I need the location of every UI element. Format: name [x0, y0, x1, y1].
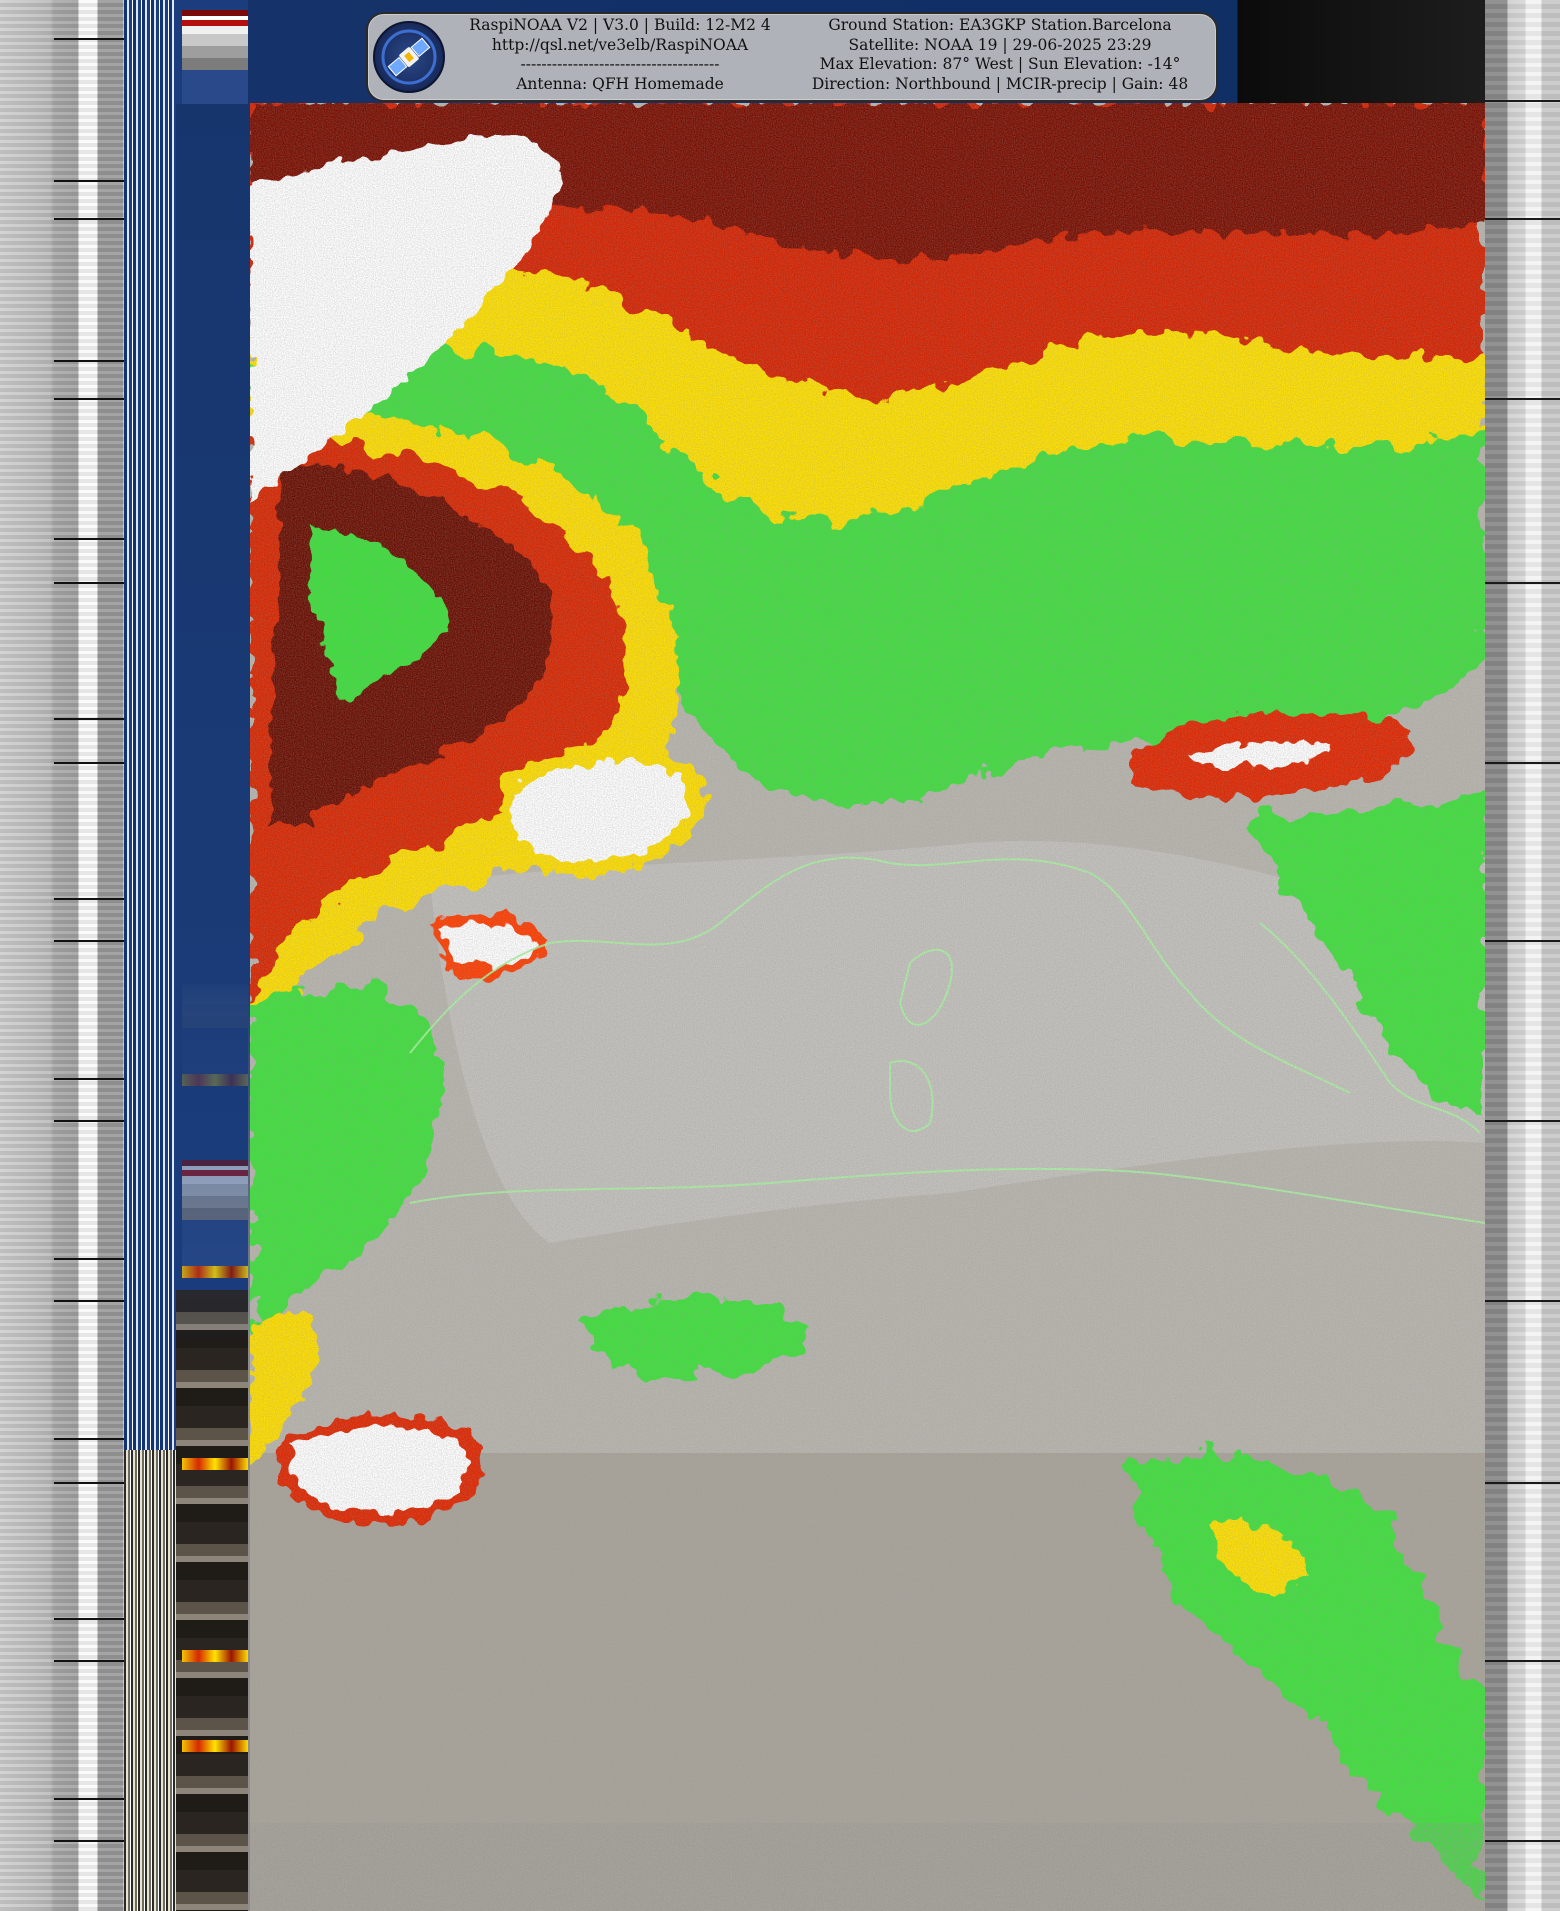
- sync-stripes-noise: [124, 1450, 176, 1911]
- telemetry-tick: [54, 1660, 124, 1662]
- satellite-pass: Satellite: NOAA 19 | 29-06-2025 23:29: [848, 35, 1152, 54]
- telemetry-tick: [1485, 582, 1560, 584]
- header-left-text: RaspiNOAA V2 | V3.0 | Build: 12-M2 4 htt…: [440, 16, 800, 94]
- telemetry-tick: [1485, 1300, 1560, 1302]
- calibration-dark-segment: [176, 1290, 248, 1911]
- telemetry-tick: [54, 180, 124, 182]
- telemetry-tick: [54, 538, 124, 540]
- mcir-precip-map: [250, 103, 1485, 1911]
- elevation-info: Max Elevation: 87° West | Sun Elevation:…: [819, 55, 1181, 73]
- direction-info: Direction: Northbound | MCIR-precip | Ga…: [811, 74, 1189, 93]
- telemetry-tick: [54, 1078, 124, 1080]
- telemetry-tick: [54, 1300, 124, 1302]
- telemetry-tick: [1485, 940, 1560, 942]
- telemetry-tick: [54, 38, 124, 40]
- calibration-heat-bar: [182, 1650, 248, 1662]
- separator-line: --------------------------------------: [520, 55, 720, 73]
- telemetry-tick: [1485, 218, 1560, 220]
- telemetry-tick: [1485, 398, 1560, 400]
- telemetry-tick: [54, 1258, 124, 1260]
- calibration-heat-bar: [182, 1740, 248, 1752]
- telemetry-tick: [54, 762, 124, 764]
- telemetry-tick: [1485, 100, 1560, 102]
- header-right-text: Ground Station: EA3GKP Station.Barcelona…: [790, 16, 1210, 94]
- telemetry-tick: [1485, 1840, 1560, 1842]
- telemetry-tick: [54, 718, 124, 720]
- telemetry-strip-right: [1485, 0, 1560, 1911]
- telemetry-tick: [54, 1618, 124, 1620]
- telemetry-tick: [1485, 1120, 1560, 1122]
- telemetry-tick: [54, 1438, 124, 1440]
- telemetry-tick: [54, 398, 124, 400]
- satellite-image: [250, 103, 1485, 1911]
- scan-noise-fringe: [250, 1823, 1485, 1911]
- project-url: http://qsl.net/ve3elb/RaspiNOAA: [491, 35, 749, 54]
- telemetry-tick: [54, 582, 124, 584]
- telemetry-tick: [54, 360, 124, 362]
- telemetry-tick: [54, 1120, 124, 1122]
- antenna-info: Antenna: QFH Homemade: [516, 74, 724, 93]
- image-noise: [250, 103, 1485, 1911]
- calibration-heat-bar: [182, 1458, 248, 1470]
- telemetry-tick: [54, 218, 124, 220]
- software-version: RaspiNOAA V2 | V3.0 | Build: 12-M2 4: [469, 16, 771, 34]
- telemetry-tick: [54, 898, 124, 900]
- telemetry-tick: [1485, 1660, 1560, 1662]
- atlantic-ocean: [176, 104, 256, 1354]
- telemetry-tick: [1485, 1482, 1560, 1484]
- telemetry-tick: [54, 1840, 124, 1842]
- telemetry-tick: [54, 1798, 124, 1800]
- telemetry-tick: [54, 1482, 124, 1484]
- telemetry-tick: [54, 940, 124, 942]
- satellite-icon: [373, 21, 445, 93]
- telemetry-strip-left: [0, 0, 125, 1911]
- ground-station: Ground Station: EA3GKP Station.Barcelona: [828, 16, 1172, 34]
- telemetry-tick: [1485, 762, 1560, 764]
